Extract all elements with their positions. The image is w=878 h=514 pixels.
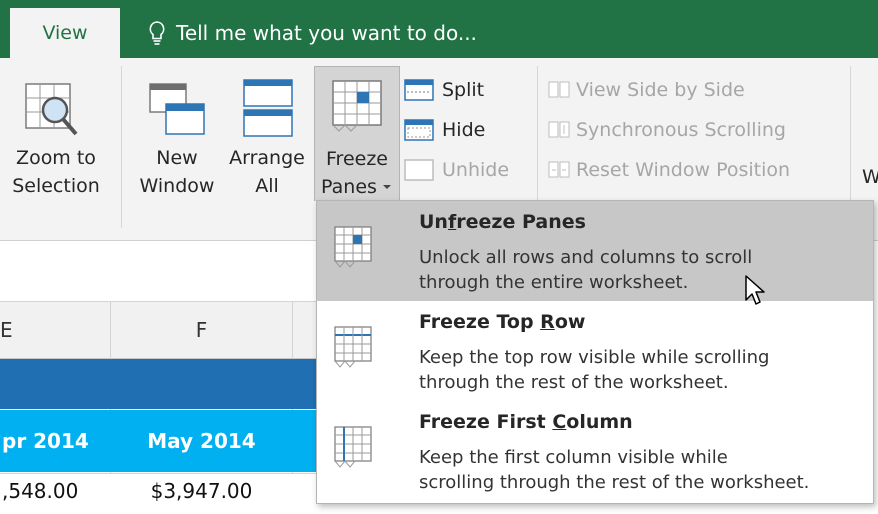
header-band <box>0 359 318 409</box>
description-line: scrolling through the rest of the worksh… <box>419 472 810 493</box>
sync-scroll-icon <box>548 121 570 138</box>
menu-item-description: Keep the first column visible while scro… <box>419 445 809 495</box>
menu-item-unfreeze-panes[interactable]: Unfreeze Panes Unlock all rows and colum… <box>317 201 873 301</box>
access-key: C <box>552 411 567 433</box>
unhide-icon <box>404 159 434 181</box>
dropdown-arrow-icon <box>382 185 391 189</box>
value-cell-e[interactable]: ,548.00 <box>2 473 108 509</box>
unfreeze-panes-icon <box>334 226 372 268</box>
description-line: Keep the top row visible while scrolling <box>419 347 770 368</box>
title-part: Freeze First <box>419 411 553 433</box>
synchronous-scrolling-label: Synchronous Scrolling <box>576 119 786 141</box>
menu-item-title: Freeze First Column <box>419 411 633 433</box>
tell-me-text: Tell me what you want to do... <box>176 21 477 45</box>
description-line: Keep the first column visible while <box>419 447 728 468</box>
month-cell-f[interactable]: May 2014 <box>111 410 292 472</box>
split-label: Split <box>442 79 485 101</box>
title-part: ow <box>554 311 586 333</box>
ribbon-group-separator <box>121 66 122 228</box>
hide-icon <box>404 119 434 141</box>
lightbulb-icon <box>149 21 165 45</box>
formula-bar[interactable] <box>0 241 318 302</box>
zoom-to-selection-button[interactable]: Zoom to Selection <box>0 70 112 220</box>
arrange-all-line2: All <box>255 175 279 197</box>
reset-window-position-label: Reset Window Position <box>576 159 791 181</box>
freeze-panes-menu: Unfreeze Panes Unlock all rows and colum… <box>316 200 874 504</box>
side-by-side-icon <box>548 81 570 98</box>
description-line: through the rest of the worksheet. <box>419 372 729 393</box>
split-button[interactable]: Split <box>404 70 534 110</box>
hide-label: Hide <box>442 119 486 141</box>
new-window-icon <box>149 83 205 135</box>
view-side-by-side-label: View Side by Side <box>576 79 745 101</box>
tell-me-box[interactable]: Tell me what you want to do... <box>148 8 477 58</box>
menu-item-description: Keep the top row visible while scrolling… <box>419 345 769 395</box>
menu-item-title: Unfreeze Panes <box>419 211 586 233</box>
menu-item-description: Unlock all rows and columns to scroll th… <box>419 245 752 295</box>
description-line: Unlock all rows and columns to scroll <box>419 247 753 268</box>
zoom-selection-icon <box>25 83 78 136</box>
unhide-button[interactable]: Unhide <box>404 150 534 190</box>
new-window-line2: Window <box>139 175 215 197</box>
menu-item-title: Freeze Top Row <box>419 311 585 333</box>
arrange-all-line1: Arrange <box>229 147 305 169</box>
unhide-label: Unhide <box>442 159 510 181</box>
description-line: through the entire worksheet. <box>419 272 689 293</box>
split-icon <box>404 79 434 101</box>
reset-position-icon <box>548 161 570 178</box>
value-cell-f[interactable]: $3,947.00 <box>111 473 292 509</box>
column-header-f[interactable]: F <box>111 302 292 358</box>
mouse-cursor-icon <box>745 275 765 305</box>
zoom-label-line1: Zoom to <box>16 147 96 169</box>
zoom-label-line2: Selection <box>12 175 100 197</box>
new-window-line1: New <box>156 147 198 169</box>
title-part: Freeze Top <box>419 311 541 333</box>
title-part: Un <box>419 211 448 233</box>
menu-item-freeze-top-row[interactable]: Freeze Top Row Keep the top row visible … <box>317 305 873 401</box>
cut-off-ribbon-label: W <box>862 166 878 188</box>
freeze-panes-button[interactable]: Freeze Panes <box>314 66 400 201</box>
title-part: olumn <box>566 411 633 433</box>
arrange-all-icon <box>243 79 293 137</box>
freeze-top-row-icon <box>334 326 372 368</box>
menu-item-freeze-first-column[interactable]: Freeze First Column Keep the first colum… <box>317 403 873 501</box>
new-window-button[interactable]: New Window <box>134 70 220 220</box>
freeze-panes-line2: Panes <box>321 176 377 198</box>
access-key: f <box>447 211 457 233</box>
month-cell-e[interactable]: pr 2014 <box>2 410 108 472</box>
column-header-e[interactable]: E <box>0 302 20 358</box>
synchronous-scrolling-button[interactable]: Synchronous Scrolling <box>548 110 848 150</box>
freeze-panes-icon <box>332 80 382 132</box>
access-key: R <box>540 311 555 333</box>
title-part: reeze Panes <box>456 211 586 233</box>
compare-buttons: View Side by Side Synchronous Scrolling … <box>548 70 848 190</box>
freeze-first-column-icon <box>334 426 372 468</box>
window-small-buttons: Split Hide Unhide <box>404 70 534 190</box>
arrange-all-button[interactable]: Arrange All <box>224 70 310 220</box>
tab-view-label: View <box>42 22 88 44</box>
freeze-panes-line1: Freeze <box>326 148 388 170</box>
view-side-by-side-button[interactable]: View Side by Side <box>548 70 848 110</box>
hide-button[interactable]: Hide <box>404 110 534 150</box>
reset-window-position-button[interactable]: Reset Window Position <box>548 150 848 190</box>
